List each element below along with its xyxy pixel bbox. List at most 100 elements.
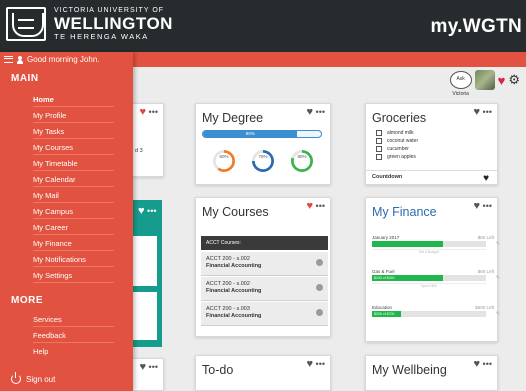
top-header: VICTORIA UNIVERSITY OF WELLINGTON TE HER… (0, 0, 526, 52)
grocery-item[interactable]: almond milk (376, 130, 414, 136)
menu-item-campus[interactable]: My Campus (33, 205, 114, 219)
degree-title: My Degree (202, 111, 264, 125)
finance-bar (372, 241, 486, 247)
university-line1: VICTORIA UNIVERSITY OF (54, 7, 165, 15)
groceries-card[interactable]: Groceries ♥ ••• almond milk coconut wate… (365, 103, 498, 185)
course-item[interactable]: ACCT 200 - s.003 Financial Accounting (201, 302, 328, 326)
ask-victoria-button[interactable]: Ask Victoria (449, 71, 472, 97)
menu-item-home[interactable]: Home (33, 93, 114, 107)
user-icon (17, 55, 23, 64)
university-name: WELLINGTON (54, 14, 173, 34)
university-logo[interactable]: VICTORIA UNIVERSITY OF WELLINGTON TE HER… (6, 7, 173, 41)
menu-item-career[interactable]: My Career (33, 221, 114, 235)
favorite-heart-icon[interactable]: ♥ (474, 200, 481, 212)
course-status-icon (316, 309, 323, 316)
grocery-item[interactable]: coconut water (376, 138, 418, 144)
more-icon[interactable]: ••• (147, 206, 156, 216)
more-icon[interactable]: ••• (316, 359, 325, 369)
menu-item-help[interactable]: Help (33, 345, 114, 359)
signout-label: Sign out (26, 374, 56, 384)
university-maori-name: TE HERENGA WAKA (54, 32, 149, 42)
avatar[interactable] (474, 70, 495, 90)
grocery-item[interactable]: cucumber (376, 146, 409, 152)
favorite-heart-icon[interactable]: ♥ (138, 205, 145, 217)
finance-row[interactable]: Education $500 Left $200 of $700 ✎ (372, 305, 500, 325)
edit-icon[interactable]: ✎ (496, 275, 500, 281)
store-name: Countdown (372, 174, 403, 180)
checkbox[interactable] (376, 130, 382, 136)
degree-ring-2: 75% (252, 150, 274, 172)
favorite-heart-icon[interactable]: ♥ (307, 200, 314, 212)
menu-section-more: MORE (11, 295, 43, 306)
menu-icon[interactable] (4, 56, 13, 63)
finance-row[interactable]: Gas & Fuel $60 Left $100 of $160 ✎ Spent… (372, 269, 500, 293)
grocery-item[interactable]: green apples (376, 154, 416, 160)
more-icon[interactable]: ••• (483, 107, 492, 117)
menu-item-calendar[interactable]: My Calendar (33, 173, 114, 187)
degree-ring-3: 80% (291, 150, 313, 172)
more-icon[interactable]: ••• (316, 107, 325, 117)
groceries-title: Groceries (372, 111, 427, 125)
menu-item-notifications[interactable]: My Notifications (33, 253, 114, 267)
favorite-heart-icon[interactable]: ♥ (140, 106, 147, 118)
menu-item-tasks[interactable]: My Tasks (33, 125, 114, 139)
menu-item-timetable[interactable]: My Timetable (33, 157, 114, 171)
courses-header: ACCT Courses: (201, 236, 328, 250)
course-item[interactable]: ACCT 200 - s.002 Financial Accounting (201, 277, 328, 301)
partial-card-text: d 3 (135, 148, 143, 154)
menu-item-profile[interactable]: My Profile (33, 109, 114, 123)
todo-card[interactable]: To-do ♥ ••• (195, 355, 331, 391)
favorite-heart-icon[interactable]: ♥ (474, 106, 481, 118)
edit-icon[interactable]: ✎ (496, 241, 500, 247)
checkbox[interactable] (376, 146, 382, 152)
toolbar-icons: Ask Victoria ♥ ⚙ (449, 70, 520, 97)
degree-progress-bar: 80% (202, 130, 322, 138)
menu-item-services[interactable]: Services (33, 313, 114, 327)
app-title[interactable]: my.WGTN (431, 16, 522, 38)
more-icon[interactable]: ••• (149, 107, 158, 117)
checkbox[interactable] (376, 138, 382, 144)
signout-button[interactable]: Sign out (11, 372, 56, 384)
crest-icon (6, 7, 46, 41)
store-heart-icon[interactable]: ♥ (483, 172, 489, 185)
courses-title: My Courses (202, 205, 269, 219)
degree-ring-1: 60% (213, 150, 235, 172)
menu-section-main: MAIN (11, 73, 39, 84)
more-icon[interactable]: ••• (483, 201, 492, 211)
courses-card[interactable]: My Courses ♥ ••• ACCT Courses: ACCT 200 … (195, 197, 331, 337)
favorite-heart-icon[interactable]: ♥ (140, 361, 147, 373)
finance-row[interactable]: January 2017 $60 Left ✎ Set a Budget (372, 235, 500, 259)
degree-card[interactable]: My Degree ♥ ••• 80% 60% 75% 80% (195, 103, 331, 185)
wellbeing-card[interactable]: My Wellbeing ♥ ••• (365, 355, 498, 391)
course-item[interactable]: ACCT 200 - s.002 Financial Accounting (201, 252, 328, 276)
wellbeing-title: My Wellbeing (372, 363, 447, 377)
favorites-heart-icon[interactable]: ♥ (498, 73, 506, 88)
degree-progress-fill: 80% (203, 131, 298, 137)
finance-card[interactable]: My Finance ♥ ••• January 2017 $60 Left ✎… (365, 197, 500, 342)
menu-item-feedback[interactable]: Feedback (33, 329, 114, 343)
finance-bar: $200 of $700 (372, 311, 486, 317)
finance-title: My Finance (372, 205, 437, 219)
partial-teal-inner (133, 236, 157, 286)
more-icon[interactable]: ••• (149, 362, 158, 372)
menu-item-mail[interactable]: My Mail (33, 189, 114, 203)
greeting-text: Good morning John. (27, 55, 100, 64)
course-status-icon (316, 259, 323, 266)
menu-item-finance[interactable]: My Finance (33, 237, 114, 251)
menu-item-settings[interactable]: My Settings (33, 269, 114, 283)
menu-item-courses[interactable]: My Courses (33, 141, 114, 155)
power-icon (11, 372, 21, 384)
course-status-icon (316, 284, 323, 291)
favorite-heart-icon[interactable]: ♥ (307, 106, 314, 118)
finance-bar: $100 of $160 (372, 275, 486, 281)
more-icon[interactable]: ••• (483, 359, 492, 369)
edit-icon[interactable]: ✎ (496, 311, 500, 317)
partial-teal-inner (133, 292, 157, 340)
groceries-footer: Countdown ♥ (366, 170, 497, 184)
todo-title: To-do (202, 363, 234, 377)
favorite-heart-icon[interactable]: ♥ (474, 358, 481, 370)
settings-gear-icon[interactable]: ⚙ (508, 72, 520, 88)
checkbox[interactable] (376, 154, 382, 160)
more-icon[interactable]: ••• (316, 201, 325, 211)
favorite-heart-icon[interactable]: ♥ (307, 358, 314, 370)
